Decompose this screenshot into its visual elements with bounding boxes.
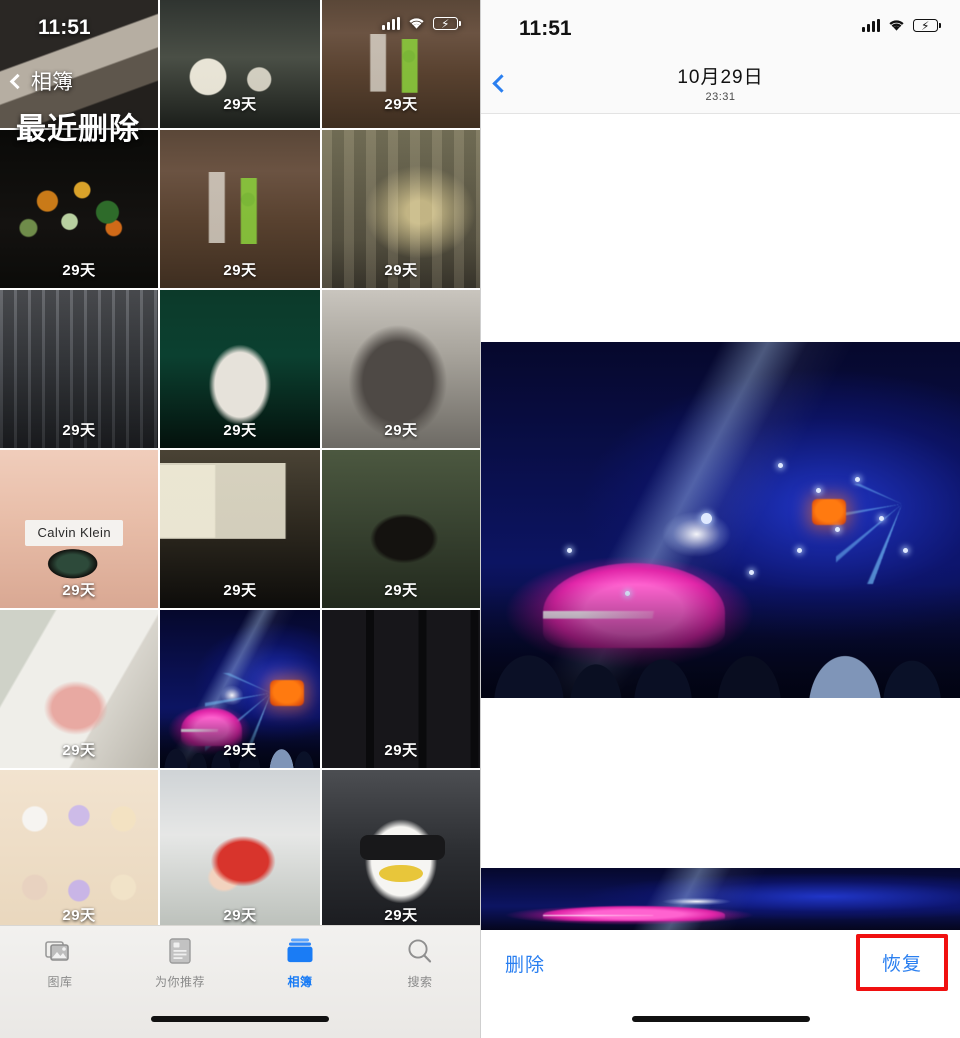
days-remaining-label: 29天	[62, 582, 96, 599]
right-nav-bar: 10月29日 23:31	[481, 56, 960, 114]
tab-for-you[interactable]: 为你推荐	[120, 934, 240, 990]
for-you-icon	[167, 934, 193, 968]
home-indicator	[631, 1016, 810, 1022]
photo-flowers-bouquet[interactable]: 29天	[0, 130, 158, 288]
photo-date-title: 10月29日	[677, 67, 764, 88]
wifi-icon	[889, 20, 904, 31]
photo-filmstrip[interactable]	[481, 868, 960, 930]
delete-button[interactable]: 删除	[505, 950, 545, 977]
photo-overlay-text: Calvin Klein	[25, 519, 124, 547]
photo-sphynx-cat[interactable]: 29天	[322, 290, 480, 448]
right-status-bar: 11:51 ⚡	[481, 0, 960, 56]
tab-label: 相簿	[287, 975, 313, 989]
days-remaining-label: 29天	[384, 422, 418, 439]
days-remaining-label: 29天	[384, 582, 418, 599]
days-remaining-label: 29天	[223, 262, 257, 279]
tab-library[interactable]: 图库	[0, 934, 120, 990]
photo-concert-stage-large	[481, 342, 960, 698]
battery-charging-icon: ⚡	[913, 18, 941, 32]
filmstrip-thumb-15-image	[481, 868, 960, 930]
page-title: 最近删除	[16, 113, 140, 146]
back-to-albums-button[interactable]: 相簿	[9, 66, 73, 96]
photo-viewer[interactable]	[481, 342, 960, 698]
days-remaining-label: 29天	[384, 262, 418, 279]
photos-library-icon	[45, 934, 75, 968]
cellular-bars-icon	[862, 18, 880, 32]
photo-city-buildings[interactable]: 29天	[0, 290, 158, 448]
tab-label: 为你推荐	[154, 975, 205, 989]
photo-penguin-sunglasses[interactable]: 29天	[322, 770, 480, 933]
days-remaining-label: 29天	[62, 422, 96, 439]
days-remaining-label: 29天	[384, 742, 418, 759]
photo-park-bench[interactable]: 29天	[322, 450, 480, 608]
days-remaining-label: 29天	[223, 742, 257, 759]
photo-teddy-bear[interactable]: 29天	[160, 290, 320, 448]
chevron-left-icon	[9, 73, 26, 89]
days-remaining-label: 29天	[62, 907, 96, 924]
photo-pink-sofa-toy[interactable]: 29天	[0, 610, 158, 768]
days-remaining-label: 29天	[223, 422, 257, 439]
days-remaining-label: 29天	[223, 582, 257, 599]
photo-concert-stage[interactable]: 29天	[160, 610, 320, 768]
restore-button-highlight: 恢复	[855, 934, 948, 991]
days-remaining-label: 29天	[384, 907, 418, 924]
photo-time-subtitle: 23:31	[705, 91, 736, 103]
days-remaining-label: 29天	[62, 262, 96, 279]
photo-sticker-sheet[interactable]: 29天	[0, 770, 158, 933]
back-label: 相簿	[31, 71, 73, 94]
left-nav-bar: 相簿 最近删除	[0, 52, 480, 148]
photo-bus-interior[interactable]: 29天	[160, 450, 320, 608]
photo-street-people[interactable]: 29天	[160, 130, 320, 288]
beak	[378, 864, 424, 883]
nav-title-block: 10月29日 23:31	[481, 62, 960, 103]
tab-search[interactable]: 搜索	[360, 934, 480, 990]
search-icon	[405, 934, 435, 968]
tab-label: 图库	[47, 975, 73, 989]
filmstrip-thumb-15[interactable]	[481, 868, 960, 930]
home-indicator	[151, 1016, 329, 1022]
restore-button[interactable]: 恢复	[882, 949, 922, 976]
right-screen-photo-detail: 11:51 ⚡ 10月29日 23:31 删除 恢复	[480, 0, 960, 1038]
photo-eye-calvin-klein[interactable]: Calvin Klein 29天	[0, 450, 158, 608]
photo-cartoon-mermaid[interactable]: 29天	[160, 770, 320, 933]
crowd-silhouettes	[481, 584, 960, 698]
photo-toolbar: 删除 恢复	[481, 930, 960, 1038]
photo-curtain-statue[interactable]: 29天	[322, 130, 480, 288]
tab-label: 搜索	[407, 975, 433, 989]
bottom-tab-bar: 图库 为你推荐 相簿 搜索	[0, 925, 480, 1038]
tab-albums[interactable]: 相簿	[240, 934, 360, 990]
pumpkin-sign	[270, 679, 305, 706]
sunglasses	[359, 835, 446, 860]
dual-screenshot-container: 29天 29天 29天 29天 29天 29天 29天 29天 Calvin Klein 29天 2…	[0, 0, 960, 1038]
status-icons: ⚡	[862, 18, 941, 32]
days-remaining-label: 29天	[62, 742, 96, 759]
status-time: 11:51	[519, 17, 572, 40]
albums-icon	[285, 934, 315, 968]
left-screen-recently-deleted: 29天 29天 29天 29天 29天 29天 29天 29天 Calvin Klein 29天 2…	[0, 0, 480, 1038]
photo-display-shelf[interactable]: 29天	[322, 610, 480, 768]
days-remaining-label: 29天	[223, 907, 257, 924]
